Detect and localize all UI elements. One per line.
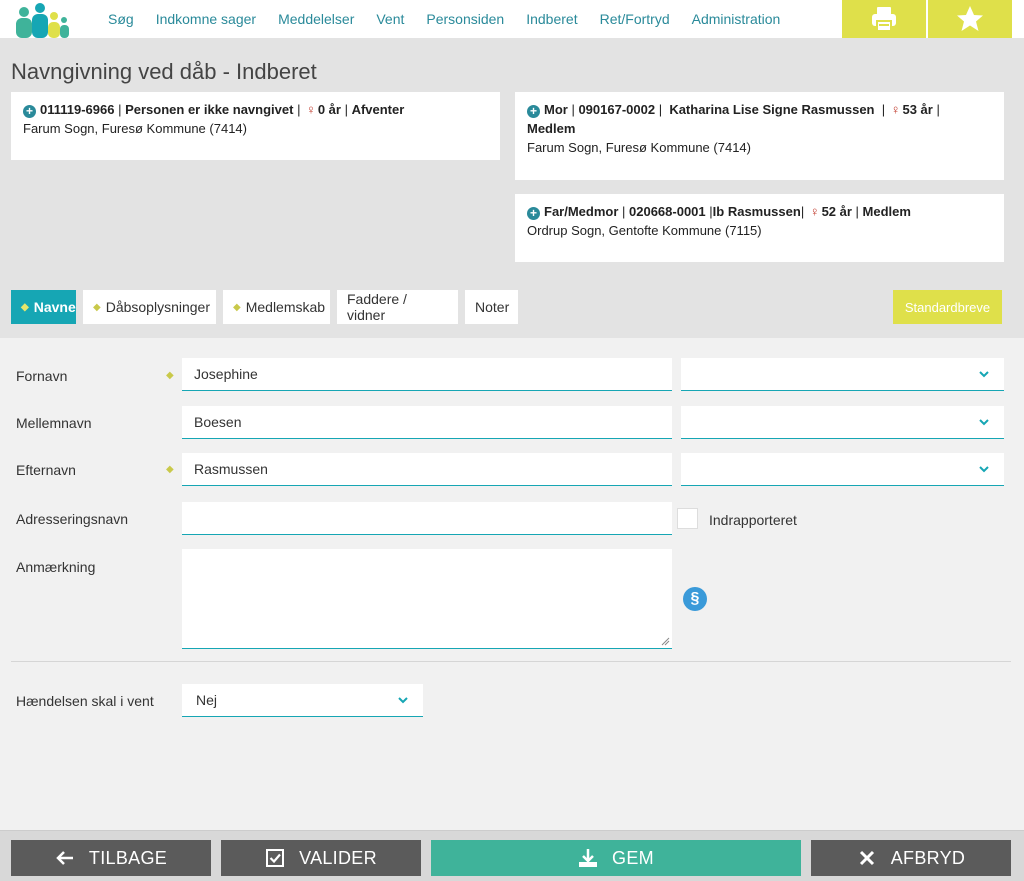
arrow-left-icon: [56, 851, 73, 865]
save-button[interactable]: GEM: [431, 840, 801, 876]
indrapporteret-checkbox[interactable]: [677, 508, 698, 529]
indrapporteret-label: Indrapporteret: [709, 512, 797, 528]
person-icon: ♀: [809, 204, 820, 219]
favorite-button[interactable]: [928, 0, 1012, 38]
vent-selected-value: Nej: [196, 692, 218, 708]
nav-item-indberet[interactable]: Indberet: [526, 11, 577, 27]
expand-plus-icon[interactable]: +: [23, 105, 36, 118]
efternavn-input[interactable]: Rasmussen: [182, 453, 672, 486]
chevron-down-icon: [979, 419, 989, 426]
mother-name: Katharina Lise Signe Rasmussen: [669, 102, 875, 117]
validate-button[interactable]: VALIDER: [221, 840, 421, 876]
print-button[interactable]: [842, 0, 926, 38]
nav-item-indkomne-sager[interactable]: Indkomne sager: [156, 11, 256, 27]
father-role: Far/Medmor: [544, 204, 619, 219]
expand-plus-icon[interactable]: +: [527, 207, 540, 220]
nav-item-administration[interactable]: Administration: [692, 11, 781, 27]
cancel-button[interactable]: AFBRYD: [811, 840, 1011, 876]
page-title: Navngivning ved dåb - Indberet: [11, 59, 317, 84]
mother-membership: Medlem: [527, 121, 576, 136]
required-dot-icon: ◆: [233, 301, 241, 313]
download-icon: [579, 849, 598, 867]
cancel-label: AFBRYD: [890, 847, 966, 868]
star-icon: [957, 6, 983, 31]
tab-label: Noter: [475, 299, 510, 315]
expand-plus-icon[interactable]: +: [527, 105, 540, 118]
app-logo[interactable]: [10, 2, 70, 38]
divider: [11, 661, 1011, 662]
father-cpr: 020668-0001: [629, 204, 706, 219]
nav-item-soeg[interactable]: Søg: [108, 11, 134, 27]
vent-label: Hændelsen skal i vent: [16, 693, 154, 709]
paragraph-icon[interactable]: §: [683, 587, 707, 611]
mellemnavn-input[interactable]: Boesen: [182, 406, 672, 439]
efternavn-select[interactable]: [681, 453, 1004, 486]
tab-noter[interactable]: Noter: [465, 290, 518, 324]
required-dot-icon: ◆: [166, 464, 174, 475]
mother-cpr: 090167-0002: [578, 102, 656, 117]
tab-daabsoplysninger[interactable]: ◆ Dåbsoplysninger: [83, 290, 216, 324]
required-dot-icon: ◆: [93, 301, 101, 313]
father-name: Ib Rasmussen: [712, 204, 801, 219]
chevron-down-icon: [979, 466, 989, 473]
mother-role: Mor: [544, 102, 568, 117]
anmaerkning-textarea[interactable]: [182, 549, 672, 649]
back-label: TILBAGE: [88, 847, 168, 868]
standardbreve-button[interactable]: Standardbreve: [893, 290, 1002, 324]
tab-label: Faddere / vidner: [347, 291, 407, 323]
fornavn-select[interactable]: [681, 358, 1004, 391]
anmaerkning-label: Anmærkning: [16, 559, 96, 575]
tab-medlemskab[interactable]: ◆ Medlemskab: [223, 290, 330, 324]
father-card[interactable]: + Far/Medmor | 020668-0001 |Ib Rasmussen|…: [515, 194, 1004, 262]
father-membership: Medlem: [862, 204, 911, 219]
tab-faddere-vidner[interactable]: Faddere / vidner: [337, 290, 458, 324]
nav-item-meddelelser[interactable]: Meddelelser: [278, 11, 354, 27]
top-navigation-bar: Søg Indkomne sager Meddelelser Vent Pers…: [0, 0, 1024, 38]
chevron-down-icon: [398, 697, 408, 704]
mother-age: 53 år: [902, 102, 933, 117]
person-icon: ♀: [306, 102, 316, 117]
child-age: 0 år: [317, 102, 341, 117]
main-nav: Søg Indkomne sager Meddelelser Vent Pers…: [108, 0, 802, 38]
child-cpr: 011119-6966: [40, 102, 115, 117]
child-card[interactable]: +011119-6966 | Personen er ikke navngive…: [11, 92, 500, 160]
tab-label: Navne: [33, 299, 76, 315]
nav-item-personsiden[interactable]: Personsiden: [426, 11, 504, 27]
fornavn-input[interactable]: Josephine: [182, 358, 672, 391]
tab-label: Dåbsoplysninger: [105, 299, 210, 315]
tab-label: Medlemskab: [245, 299, 326, 315]
tab-navne[interactable]: ◆ Navne: [11, 290, 76, 324]
back-button[interactable]: TILBAGE: [11, 840, 211, 876]
required-dot-icon: ◆: [21, 301, 29, 313]
child-status: Personen er ikke navngivet: [125, 102, 294, 117]
printer-icon: [872, 7, 896, 32]
mother-card[interactable]: + Mor | 090167-0002 | Katharina Lise Sign…: [515, 92, 1004, 180]
mellemnavn-select[interactable]: [681, 406, 1004, 439]
fornavn-label: Fornavn: [16, 368, 68, 384]
nav-item-vent[interactable]: Vent: [376, 11, 404, 27]
efternavn-label: Efternavn: [16, 462, 76, 478]
save-label: GEM: [612, 847, 654, 868]
child-parish: Farum Sogn, Furesø Kommune (7414): [23, 121, 247, 136]
chevron-down-icon: [979, 371, 989, 378]
father-parish: Ordrup Sogn, Gentofte Kommune (7115): [527, 223, 762, 238]
vent-select[interactable]: Nej: [182, 684, 423, 717]
close-icon: [859, 850, 874, 866]
mother-parish: Farum Sogn, Furesø Kommune (7414): [527, 140, 751, 155]
checkbox-checked-icon: [266, 849, 285, 867]
validate-label: VALIDER: [299, 847, 377, 868]
adresseringsnavn-label: Adresseringsnavn: [16, 511, 129, 527]
person-icon: ♀: [890, 102, 901, 117]
child-state: Afventer: [351, 102, 405, 117]
required-dot-icon: ◆: [166, 370, 174, 381]
resize-handle-icon[interactable]: [661, 637, 670, 646]
father-age: 52 år: [821, 204, 852, 219]
nav-item-ret-fortryd[interactable]: Ret/Fortryd: [600, 11, 670, 27]
adresseringsnavn-input[interactable]: [182, 502, 672, 535]
mellemnavn-label: Mellemnavn: [16, 415, 92, 431]
